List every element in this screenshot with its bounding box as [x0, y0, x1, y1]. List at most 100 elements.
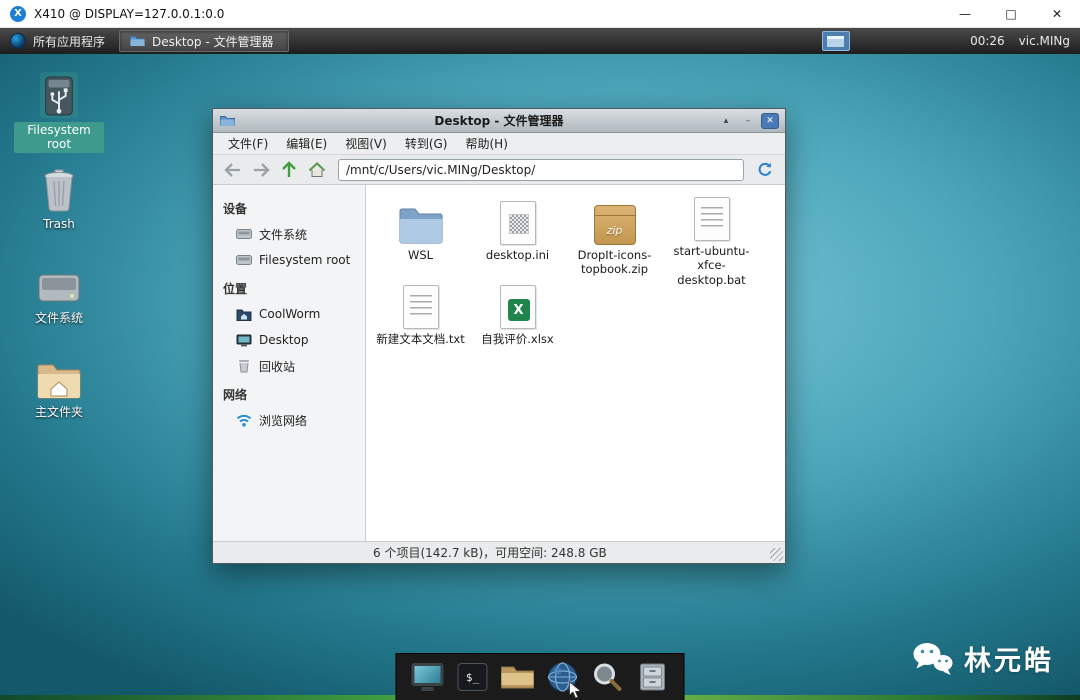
x410-logo-icon: X: [10, 5, 26, 22]
file-label: WSL: [407, 248, 434, 262]
sidebar-item-trash[interactable]: 回收站: [223, 353, 361, 379]
file-desktop-ini[interactable]: desktop.ini: [469, 197, 566, 281]
desktop-icon-trash[interactable]: Trash: [14, 166, 104, 250]
applications-menu-button[interactable]: 所有应用程序: [0, 28, 115, 54]
sidebar: 设备 文件系统 Filesystem root 位置 CoolWorm Desk…: [213, 185, 366, 541]
panel-right-group: 00:26 vic.MINg: [970, 28, 1070, 54]
menu-file[interactable]: 文件(F): [219, 133, 277, 155]
file-new-text-doc[interactable]: 新建文本文档.txt: [372, 281, 469, 365]
desktop-icon-label: 文件系统: [34, 311, 83, 325]
menu-edit[interactable]: 编辑(E): [277, 133, 336, 155]
window-title: Desktop - 文件管理器: [434, 114, 564, 128]
file-wsl[interactable]: WSL: [372, 197, 469, 281]
refresh-button[interactable]: [751, 158, 779, 182]
desktop-icon-list: Filesystem root Trash 文件系统 主文件夹: [14, 72, 104, 438]
host-window-controls: — □ ✕: [942, 0, 1080, 27]
sidebar-item-coolworm[interactable]: CoolWorm: [223, 301, 361, 327]
desktop-monitor-icon: [235, 334, 252, 347]
file-manager-body: 设备 文件系统 Filesystem root 位置 CoolWorm Desk…: [213, 185, 785, 541]
hard-drive-icon: [37, 260, 81, 306]
dock-file-manager[interactable]: [500, 658, 536, 696]
sidebar-header-places: 位置: [223, 282, 248, 296]
desktop-icon-home-folder[interactable]: 主文件夹: [14, 354, 104, 438]
home-folder-icon: [36, 354, 82, 400]
zip-archive-icon: zip: [593, 197, 636, 245]
file-self-eval-xlsx[interactable]: X 自我评价.xlsx: [469, 281, 566, 365]
status-bar: 6 个项目(142.7 kB)，可用空间: 248.8 GB: [213, 541, 785, 563]
script-file-icon: [693, 197, 730, 241]
desktop-icon-label: Trash: [43, 217, 75, 231]
folder-icon: [130, 36, 146, 46]
file-label: start-ubuntu-xfce-desktop.bat: [673, 244, 750, 287]
address-bar[interactable]: /mnt/c/Users/vic.MINg/Desktop/: [338, 158, 744, 181]
close-button[interactable]: ✕: [761, 112, 779, 129]
dock-terminal[interactable]: $_: [455, 658, 491, 696]
sidebar-item-filesystem[interactable]: 文件系统: [223, 221, 361, 247]
sidebar-item-label: 浏览网络: [259, 413, 308, 428]
shade-button[interactable]: ▴: [717, 113, 735, 129]
workspace-window-icon: [827, 36, 844, 47]
file-manager-titlebar[interactable]: Desktop - 文件管理器 ▴ – ✕: [213, 109, 785, 133]
dock-search[interactable]: [590, 658, 626, 696]
folder-icon: [501, 666, 534, 689]
dock-archive[interactable]: [635, 658, 671, 696]
spreadsheet-file-icon: X: [499, 281, 536, 329]
address-path: /mnt/c/Users/vic.MINg/Desktop/: [346, 162, 536, 177]
toolbar: /mnt/c/Users/vic.MINg/Desktop/: [213, 155, 785, 185]
applications-menu-label: 所有应用程序: [33, 34, 106, 49]
home-button[interactable]: [303, 158, 331, 182]
menu-bar: 文件(F) 编辑(E) 视图(V) 转到(G) 帮助(H): [213, 133, 785, 155]
trash-icon: [235, 359, 252, 373]
menu-help[interactable]: 帮助(H): [456, 133, 516, 155]
host-maximize-button[interactable]: □: [988, 0, 1034, 27]
monitor-icon: [411, 663, 444, 691]
file-cabinet-icon: [640, 663, 665, 691]
resize-grip[interactable]: [770, 548, 783, 561]
sidebar-header-network: 网络: [223, 388, 248, 402]
text-file-icon: [402, 281, 439, 329]
host-close-button[interactable]: ✕: [1034, 0, 1080, 27]
up-button[interactable]: [275, 158, 303, 182]
sidebar-item-filesystem-root[interactable]: Filesystem root: [223, 247, 361, 273]
file-dropit-zip[interactable]: zip DropIt-icons-topbook.zip: [566, 197, 663, 281]
sidebar-item-label: 回收站: [259, 359, 296, 374]
panel-clock[interactable]: 00:26: [970, 34, 1005, 48]
taskbar-window-button[interactable]: Desktop - 文件管理器: [119, 30, 290, 52]
sidebar-item-label: Filesystem root: [259, 253, 351, 267]
sidebar-item-label: 文件系统: [259, 227, 308, 242]
desktop-icon-filesystem[interactable]: 文件系统: [14, 260, 104, 344]
watermark-name: 林元皓: [964, 646, 1054, 677]
wifi-icon: [235, 413, 252, 427]
file-start-bat[interactable]: start-ubuntu-xfce-desktop.bat: [663, 197, 760, 287]
xfce-panel: 所有应用程序 Desktop - 文件管理器 00:26 vic.MINg: [0, 28, 1080, 54]
terminal-icon: $_: [457, 663, 488, 691]
applications-menu-icon: [10, 33, 26, 49]
home-dir-icon: [235, 308, 252, 321]
dock: $_: [395, 653, 685, 700]
dock-web-browser[interactable]: [545, 658, 582, 699]
desktop-icon-filesystem-root[interactable]: Filesystem root: [14, 72, 104, 156]
desktop-icon-label: 主文件夹: [34, 405, 83, 419]
sidebar-item-browse-network[interactable]: 浏览网络: [223, 407, 361, 433]
minimize-button[interactable]: –: [739, 113, 757, 129]
drive-icon: [235, 228, 252, 240]
trash-icon: [40, 166, 78, 212]
menu-go[interactable]: 转到(G): [396, 133, 457, 155]
desktop[interactable]: Filesystem root Trash 文件系统 主文件夹 Desktop …: [0, 54, 1080, 700]
menu-view[interactable]: 视图(V): [336, 133, 396, 155]
taskbar-window-label: Desktop - 文件管理器: [152, 34, 274, 49]
dock-show-desktop[interactable]: [410, 658, 446, 696]
window-folder-icon: [220, 115, 235, 126]
file-label: DropIt-icons-topbook.zip: [577, 248, 652, 277]
mouse-cursor-icon: [569, 681, 582, 699]
sidebar-item-label: CoolWorm: [259, 307, 321, 321]
back-button[interactable]: [219, 158, 247, 182]
file-label: desktop.ini: [485, 248, 550, 262]
file-label: 自我评价.xlsx: [481, 332, 554, 346]
file-list[interactable]: WSL desktop.ini zip DropIt-icons-topbook…: [366, 185, 785, 541]
forward-button[interactable]: [247, 158, 275, 182]
host-minimize-button[interactable]: —: [942, 0, 988, 27]
workspace-switcher[interactable]: [822, 31, 850, 51]
sidebar-item-desktop[interactable]: Desktop: [223, 327, 361, 353]
wechat-icon: [913, 642, 953, 675]
